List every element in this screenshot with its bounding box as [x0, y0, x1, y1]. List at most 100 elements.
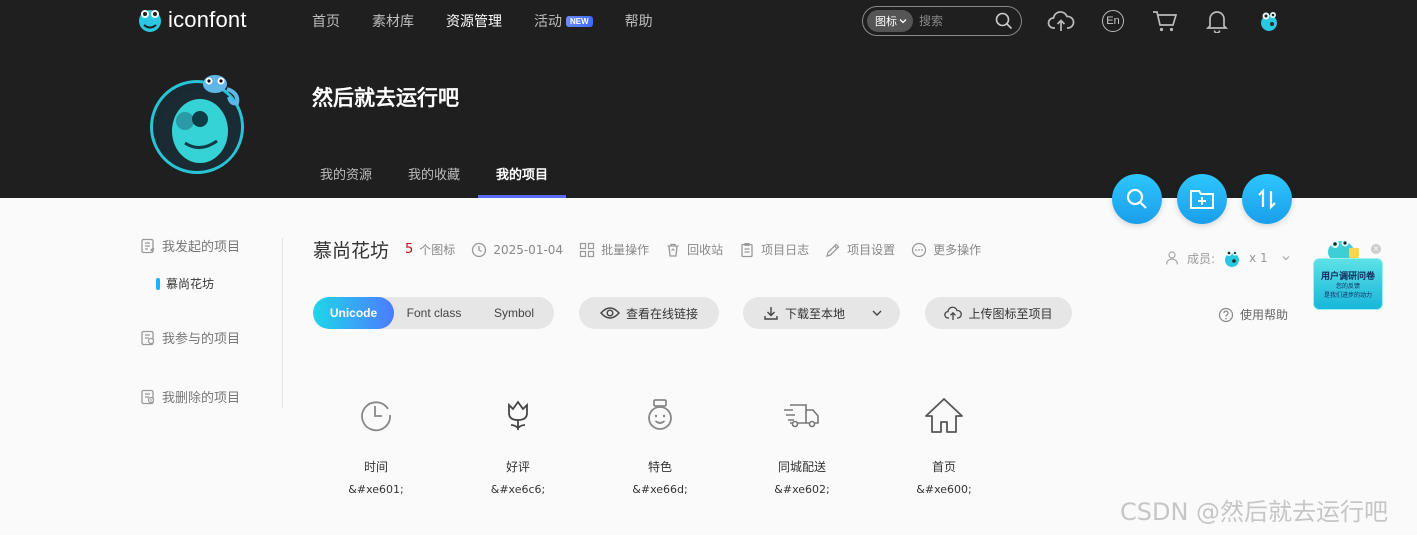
sort-fab-button[interactable]: [1242, 174, 1292, 224]
project-joined-icon: [141, 330, 155, 345]
icon-grid: 时间 &#xe601; 好评 &#xe6c6; 特色 &#xe66d; 同城配送…: [305, 390, 1015, 496]
chameleon-avatar-icon: [160, 75, 240, 169]
bell-icon[interactable]: [1202, 6, 1232, 36]
search-type-select[interactable]: 图标: [867, 10, 913, 32]
project-settings-button[interactable]: 项目设置: [825, 241, 895, 258]
icon-card[interactable]: 好评 &#xe6c6;: [447, 390, 589, 496]
search-box: 图标: [862, 6, 1022, 36]
clipboard-icon: [741, 242, 753, 257]
nav-links: 首页 素材库 资源管理 活动 NEW 帮助: [312, 0, 685, 42]
survey-line1: 您的反馈: [1335, 283, 1360, 290]
chevron-down-icon: [1282, 256, 1290, 261]
sidebar-joined-projects[interactable]: 我参与的项目: [140, 328, 280, 347]
help-label: 使用帮助: [1240, 308, 1289, 322]
user-avatar-icon[interactable]: [1254, 6, 1284, 36]
nav-link-help[interactable]: 帮助: [625, 11, 653, 31]
project-date-label: 2025-01-04: [493, 242, 564, 257]
project-log-label: 项目日志: [761, 243, 810, 257]
format-unicode-tab[interactable]: Unicode: [313, 297, 394, 329]
format-switch: Unicode Font class Symbol: [313, 297, 554, 329]
upload-cloud-icon: [944, 306, 963, 320]
batch-operation-button[interactable]: 批量操作: [579, 241, 649, 258]
nav-link-library[interactable]: 素材库: [372, 11, 414, 31]
members-widget[interactable]: 成员: x 1: [1165, 247, 1292, 269]
format-symbol-tab[interactable]: Symbol: [474, 297, 554, 329]
upload-icons-label: 上传图标至项目: [968, 306, 1053, 321]
project-title: 慕尚花坊: [313, 240, 390, 262]
icon-card[interactable]: 特色 &#xe66d;: [589, 390, 731, 496]
more-icon: [911, 242, 927, 257]
help-link[interactable]: 使用帮助: [1218, 306, 1288, 323]
sidebar-deleted-label: 我删除的项目: [162, 391, 241, 406]
icon-card[interactable]: 首页 &#xe600;: [873, 390, 1015, 496]
chameleon-logo-icon: [139, 10, 161, 32]
member-avatar-icon: [1225, 250, 1240, 267]
project-sidebar: 我发起的项目 慕尚花坊 我参与的项目 我删除的项目: [140, 236, 280, 406]
nav-link-home[interactable]: 首页: [312, 11, 340, 31]
sidebar-project-label: 慕尚花坊: [166, 277, 215, 291]
download-button[interactable]: 下载至本地: [743, 297, 900, 329]
nav-icons: En: [1046, 6, 1306, 36]
upload-cloud-icon[interactable]: [1046, 6, 1076, 36]
sidebar-joined-label: 我参与的项目: [162, 332, 241, 347]
delivery-truck-icon: [780, 390, 824, 440]
tab-my-favorites[interactable]: 我的收藏: [390, 152, 478, 198]
search-icon[interactable]: [995, 12, 1013, 34]
logo-text: iconfont: [168, 7, 247, 32]
batch-operation-label: 批量操作: [601, 243, 650, 257]
format-fontclass-tab[interactable]: Font class: [394, 297, 474, 329]
more-actions-button[interactable]: 更多操作: [911, 241, 981, 258]
tab-my-projects[interactable]: 我的项目: [478, 152, 567, 198]
project-list-icon: [141, 238, 155, 253]
profile-avatar[interactable]: [150, 75, 244, 174]
profile-name: 然后就去运行吧: [312, 86, 459, 110]
nav-link-activity[interactable]: 活动 NEW: [534, 11, 593, 31]
search-input[interactable]: [919, 14, 979, 28]
home-icon: [922, 390, 966, 440]
survey-card: 用户调研问卷 您的反馈 是我们进步的动力: [1313, 258, 1383, 310]
profile-tabs: 我的资源 我的收藏 我的项目: [302, 152, 567, 198]
pencil-icon: [826, 243, 840, 257]
chevron-down-icon[interactable]: [871, 307, 883, 319]
watermark: CSDN @然后就去运行吧: [1120, 498, 1389, 526]
sidebar-started-label: 我发起的项目: [162, 240, 241, 255]
new-badge: NEW: [566, 16, 593, 27]
cart-icon[interactable]: [1150, 6, 1180, 36]
question-icon: [1218, 307, 1234, 322]
trash-icon: [667, 243, 679, 257]
language-label: En: [1102, 10, 1124, 32]
upload-icons-button[interactable]: 上传图标至项目: [925, 297, 1072, 329]
icon-count-suffix: 个图标: [419, 243, 456, 257]
survey-title: 用户调研问卷: [1320, 272, 1375, 282]
tab-my-resources[interactable]: 我的资源: [302, 152, 390, 198]
header: iconfont 首页 素材库 资源管理 活动 NEW 帮助 图标 En: [0, 0, 1417, 198]
language-icon[interactable]: En: [1098, 6, 1128, 36]
icon-code: &#xe601;: [348, 483, 404, 496]
chevron-down-icon: [899, 19, 907, 24]
icon-count: 5: [405, 242, 414, 257]
project-log-button[interactable]: 项目日志: [739, 241, 809, 258]
close-icon[interactable]: ×: [1371, 244, 1381, 254]
nav-link-resources[interactable]: 资源管理: [446, 11, 502, 31]
tulip-icon: [496, 390, 540, 440]
logo[interactable]: iconfont: [136, 6, 247, 34]
user-icon: [1165, 251, 1179, 265]
icon-card[interactable]: 时间 &#xe601;: [305, 390, 447, 496]
sort-icon: [1258, 188, 1276, 210]
more-actions-label: 更多操作: [933, 243, 982, 257]
search-fab-button[interactable]: [1112, 174, 1162, 224]
icon-card[interactable]: 同城配送 &#xe602;: [731, 390, 873, 496]
new-folder-fab-button[interactable]: [1177, 174, 1227, 224]
sidebar-project-item[interactable]: 慕尚花坊: [156, 275, 280, 292]
icon-name: 首页: [931, 460, 956, 474]
top-nav: iconfont 首页 素材库 资源管理 活动 NEW 帮助 图标 En: [0, 0, 1417, 42]
recycle-bin-button[interactable]: 回收站: [665, 241, 723, 258]
icon-code: &#xe66d;: [632, 483, 688, 496]
icon-code: &#xe602;: [774, 483, 830, 496]
view-online-link-button[interactable]: 查看在线链接: [579, 297, 719, 329]
survey-widget[interactable]: 用户调研问卷 您的反馈 是我们进步的动力 ×: [1313, 234, 1383, 312]
sidebar-started-projects[interactable]: 我发起的项目: [140, 236, 280, 255]
project-date: 2025-01-04: [471, 242, 563, 258]
view-online-link-label: 查看在线链接: [625, 306, 698, 321]
sidebar-deleted-projects[interactable]: 我删除的项目: [140, 387, 280, 406]
